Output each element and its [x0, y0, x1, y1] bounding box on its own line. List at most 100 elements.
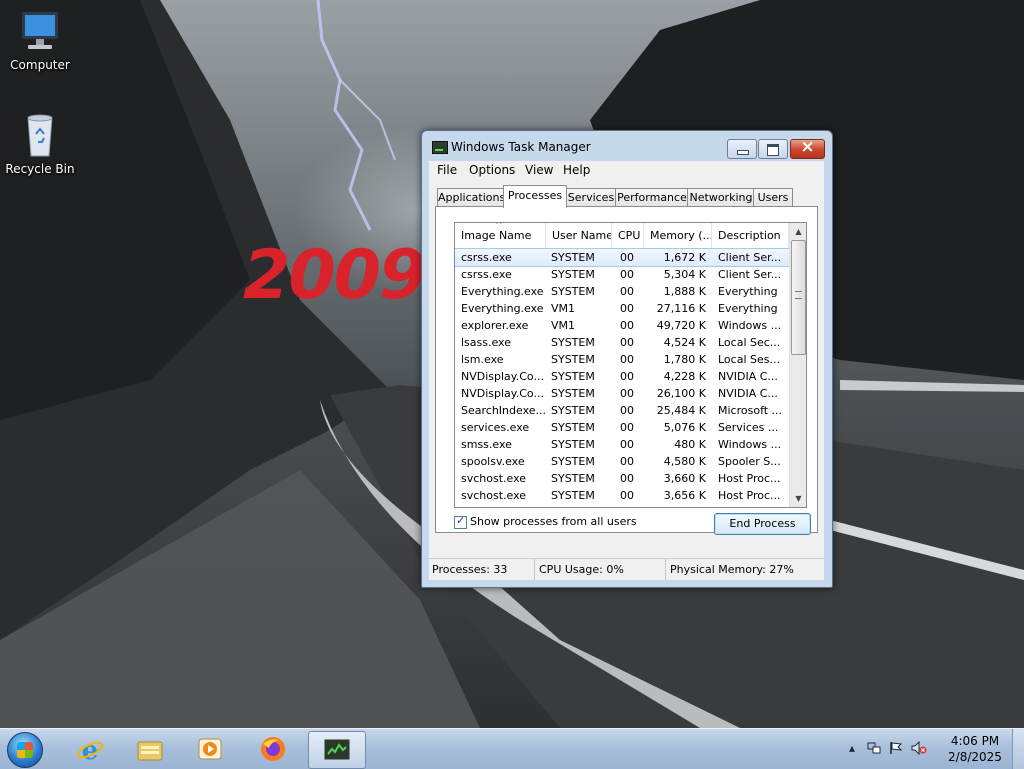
- tab-applications[interactable]: Applications: [437, 188, 505, 207]
- tab-services[interactable]: Services: [565, 188, 617, 207]
- system-clock[interactable]: 4:06 PM 2/8/2025: [940, 733, 1010, 765]
- close-button[interactable]: [790, 137, 825, 159]
- cell-cpu: 00: [620, 370, 634, 383]
- table-row[interactable]: services.exe SYSTEM 00 5,076 K Services ...: [455, 419, 789, 436]
- window-client-area: File Options View Help Applications Proc…: [429, 161, 824, 580]
- cell-image-name: services.exe: [461, 421, 530, 434]
- cell-user-name: SYSTEM: [551, 268, 595, 281]
- cell-description: Local Sec...: [718, 336, 781, 349]
- scroll-up-arrow-icon[interactable]: ▲: [790, 223, 806, 240]
- tab-performance[interactable]: Performance: [615, 188, 689, 207]
- column-header-cpu[interactable]: CPU: [612, 223, 644, 248]
- cell-cpu: 00: [620, 336, 634, 349]
- table-row[interactable]: NVDisplay.Co... SYSTEM 00 26,100 K NVIDIA C.…: [455, 385, 789, 402]
- column-header-user-name[interactable]: User Name: [546, 223, 612, 248]
- table-row[interactable]: csrss.exe SYSTEM 00 5,304 K Client Ser...: [455, 266, 789, 283]
- table-row[interactable]: NVDisplay.Co... SYSTEM 00 4,228 K NVIDIA C..…: [455, 368, 789, 385]
- column-header-memory[interactable]: Memory (...: [644, 223, 712, 248]
- cell-cpu: 00: [620, 353, 634, 366]
- start-button[interactable]: [7, 732, 43, 768]
- cell-memory: 1,672 K: [663, 251, 706, 264]
- cell-image-name: explorer.exe: [461, 319, 529, 332]
- cell-user-name: SYSTEM: [551, 387, 595, 400]
- table-row[interactable]: csrss.exe SYSTEM 00 1,672 K Client Ser...: [455, 248, 790, 267]
- column-header-image-name[interactable]: ^ Image Name: [455, 223, 546, 248]
- network-icon[interactable]: [867, 741, 881, 755]
- cell-memory: 27,116 K: [656, 302, 706, 315]
- maximize-button[interactable]: [758, 139, 788, 159]
- svg-text:e: e: [82, 736, 99, 762]
- column-header-description[interactable]: Description: [712, 223, 789, 248]
- cell-cpu: 00: [620, 404, 634, 417]
- cell-user-name: VM1: [551, 319, 576, 332]
- menu-help[interactable]: Help: [563, 163, 590, 177]
- cell-user-name: SYSTEM: [551, 336, 595, 349]
- table-row[interactable]: Everything.exe VM1 00 27,116 K Everything: [455, 300, 789, 317]
- table-row[interactable]: SearchIndexe... SYSTEM 00 25,484 K Microsoft…: [455, 402, 789, 419]
- minimize-button[interactable]: [727, 139, 757, 159]
- cell-image-name: Everything.exe: [461, 285, 544, 298]
- cell-image-name: SearchIndexe...: [461, 404, 545, 417]
- desktop-icon-recycle-bin[interactable]: Recycle Bin: [0, 112, 80, 176]
- show-all-users-label[interactable]: Show processes from all users: [470, 515, 637, 528]
- cell-memory: 4,228 K: [663, 370, 706, 383]
- title-bar[interactable]: Windows Task Manager: [422, 131, 832, 161]
- tab-networking[interactable]: Networking: [687, 188, 755, 207]
- table-row[interactable]: explorer.exe VM1 00 49,720 K Windows ...: [455, 317, 789, 334]
- table-row[interactable]: Everything.exe SYSTEM 00 1,888 K Everything: [455, 283, 789, 300]
- firefox-icon: [261, 737, 285, 761]
- tab-processes[interactable]: Processes: [503, 185, 567, 208]
- desktop-icon-label: Recycle Bin: [5, 162, 75, 176]
- table-row[interactable]: smss.exe SYSTEM 00 480 K Windows ...: [455, 436, 789, 453]
- menu-file[interactable]: File: [437, 163, 457, 177]
- processes-panel: ^ Image Name User Name CPU Memory (... D…: [435, 206, 818, 535]
- process-list[interactable]: ^ Image Name User Name CPU Memory (... D…: [454, 222, 807, 508]
- cell-memory: 3,656 K: [663, 489, 706, 502]
- end-process-button[interactable]: End Process: [714, 513, 811, 535]
- cell-memory: 4,524 K: [663, 336, 706, 349]
- cell-memory: 480 K: [674, 438, 706, 451]
- table-row[interactable]: lsm.exe SYSTEM 00 1,780 K Local Ses...: [455, 351, 789, 368]
- action-center-flag-icon[interactable]: [889, 741, 903, 755]
- table-row[interactable]: lsass.exe SYSTEM 00 4,524 K Local Sec...: [455, 334, 789, 351]
- menu-options[interactable]: Options: [469, 163, 515, 177]
- table-row[interactable]: svchost.exe SYSTEM 00 3,656 K Host Proc...: [455, 487, 789, 504]
- cell-user-name: SYSTEM: [551, 251, 595, 264]
- cell-description: Local Ses...: [718, 353, 780, 366]
- show-hidden-icons-arrow-icon[interactable]: ▴: [845, 741, 859, 755]
- menu-view[interactable]: View: [525, 163, 553, 177]
- cell-description: Everything: [718, 302, 778, 315]
- taskbar-media-player[interactable]: [182, 731, 238, 767]
- media-player-icon: [198, 738, 222, 760]
- volume-muted-icon[interactable]: [911, 740, 927, 756]
- cell-cpu: 00: [620, 489, 634, 502]
- scroll-down-arrow-icon[interactable]: ▼: [790, 490, 806, 507]
- clock-time: 4:06 PM: [950, 734, 1000, 748]
- cell-memory: 5,076 K: [663, 421, 706, 434]
- cell-user-name: SYSTEM: [551, 438, 595, 451]
- taskbar-internet-explorer[interactable]: e: [62, 731, 118, 767]
- task-manager-window[interactable]: Windows Task Manager File Options View H…: [421, 130, 833, 588]
- show-desktop-button[interactable]: [1012, 729, 1024, 769]
- taskbar-task-manager[interactable]: [308, 731, 366, 769]
- taskbar-file-explorer[interactable]: [122, 731, 178, 767]
- checkbox-checked-icon[interactable]: [454, 514, 467, 529]
- menu-bar: File Options View Help: [429, 161, 824, 181]
- scroll-thumb[interactable]: [791, 240, 806, 355]
- cell-user-name: VM1: [551, 302, 576, 315]
- cell-image-name: csrss.exe: [461, 251, 512, 264]
- vertical-scrollbar[interactable]: ▲ ▼: [789, 223, 806, 507]
- status-cpu-usage: CPU Usage: 0%: [535, 559, 666, 580]
- table-row[interactable]: spoolsv.exe SYSTEM 00 4,580 K Spooler S...: [455, 453, 789, 470]
- cell-image-name: csrss.exe: [461, 268, 512, 281]
- task-manager-icon: [432, 141, 448, 154]
- cell-memory: 5,304 K: [663, 268, 706, 281]
- cell-user-name: SYSTEM: [551, 370, 595, 383]
- cell-description: Client Ser...: [718, 268, 782, 281]
- tab-users[interactable]: Users: [753, 188, 793, 207]
- taskbar-firefox[interactable]: [245, 731, 301, 767]
- cell-cpu: 00: [620, 302, 634, 315]
- table-row[interactable]: svchost.exe SYSTEM 00 3,660 K Host Proc...: [455, 470, 789, 487]
- desktop-icon-computer[interactable]: Computer: [0, 8, 80, 72]
- tab-strip: Applications Processes Services Performa…: [435, 185, 820, 208]
